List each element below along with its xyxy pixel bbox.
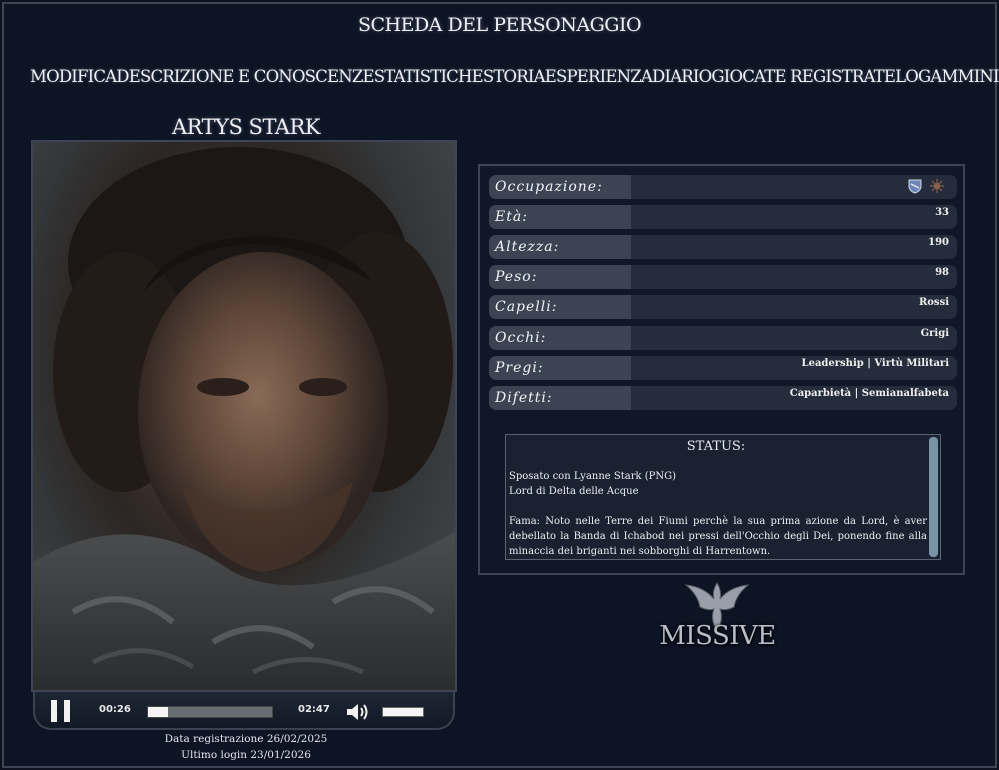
status-title: STATUS: <box>686 439 746 454</box>
total-time: 02:47 <box>298 704 330 715</box>
nav-amministra[interactable]: AMMINISTRA <box>930 67 999 86</box>
detail-row-altezza: Altezza: 190 <box>489 235 957 259</box>
detail-label: Altezza: <box>489 235 631 259</box>
main-nav: MODIFICA DESCRIZIONE E CONOSCENZE STATIS… <box>30 67 999 86</box>
sigil-icon[interactable] <box>929 178 945 194</box>
detail-label: Occupazione: <box>489 175 631 199</box>
registration-date: Data registrazione 26/02/2025 <box>164 733 328 745</box>
detail-label: Età: <box>489 205 631 229</box>
detail-row-eta: Età: 33 <box>489 205 957 229</box>
detail-label: Capelli: <box>489 295 631 319</box>
nav-statistiche[interactable]: STATISTICHE <box>374 67 484 86</box>
detail-label: Pregi: <box>489 356 631 380</box>
detail-row-pregi: Pregi: Leadership | Virtù Militari <box>489 356 957 380</box>
detail-row-occupazione: Occupazione: <box>489 175 957 199</box>
pause-icon[interactable] <box>49 700 73 722</box>
nav-diario[interactable]: DIARIO <box>652 67 712 86</box>
detail-label: Occhi: <box>489 326 631 350</box>
page-title: SCHEDA DEL PERSONAGGIO <box>357 14 642 36</box>
detail-value: Grigi <box>920 328 949 339</box>
character-name: ARTYS STARK <box>172 115 320 139</box>
detail-row-capelli: Capelli: Rossi <box>489 295 957 319</box>
missive-button[interactable]: MISSIVE <box>650 577 785 657</box>
status-line-spouse: Sposato con Lyanne Stark (PNG) <box>509 471 676 482</box>
nav-esperienza[interactable]: ESPERIENZA <box>545 67 653 86</box>
character-details: Occupazione: Età: 33 Altezza: 190 Peso: … <box>478 164 965 575</box>
current-time: 00:26 <box>99 704 131 715</box>
seek-bar[interactable] <box>147 706 273 718</box>
status-text: Sposato con Lyanne Stark (PNG) Lord di D… <box>509 469 927 559</box>
shield-icon[interactable] <box>907 178 923 194</box>
detail-value: Rossi <box>918 297 949 308</box>
status-fama: Fama: Noto nelle Terre dei Fiumi perchè … <box>509 516 927 557</box>
volume-slider[interactable] <box>382 707 424 717</box>
detail-value: 33 <box>935 207 949 218</box>
volume-icon[interactable] <box>345 701 371 723</box>
occupation-icons <box>907 178 945 194</box>
seek-progress <box>148 707 168 717</box>
nav-giocate-registrate[interactable]: GIOCATE REGISTRATE <box>711 67 896 86</box>
portrait-image <box>33 147 455 690</box>
detail-value: 190 <box>928 237 949 248</box>
audio-player: 00:26 02:47 <box>33 692 455 730</box>
last-login: Ultimo login 23/01/2026 <box>181 749 311 761</box>
missive-label: MISSIVE <box>659 621 776 651</box>
detail-label: Peso: <box>489 265 631 289</box>
nav-storia[interactable]: STORIA <box>483 67 546 86</box>
nav-log[interactable]: LOG <box>895 67 931 86</box>
detail-label: Difetti: <box>489 386 631 410</box>
nav-modifica[interactable]: MODIFICA <box>30 67 117 86</box>
detail-row-difetti: Difetti: Caparbietà | Semianalfabeta <box>489 386 957 410</box>
nav-descrizione[interactable]: DESCRIZIONE E CONOSCENZE <box>116 67 374 86</box>
character-portrait <box>31 140 457 692</box>
detail-value: 98 <box>935 267 949 278</box>
status-line-title: Lord di Delta delle Acque <box>509 486 639 497</box>
status-box[interactable]: STATUS: Sposato con Lyanne Stark (PNG) L… <box>505 434 941 560</box>
detail-value: Caparbietà | Semianalfabeta <box>789 388 949 399</box>
detail-row-peso: Peso: 98 <box>489 265 957 289</box>
status-scrollbar[interactable] <box>929 437 938 557</box>
detail-value: Leadership | Virtù Militari <box>801 358 949 369</box>
detail-row-occhi: Occhi: Grigi <box>489 326 957 350</box>
